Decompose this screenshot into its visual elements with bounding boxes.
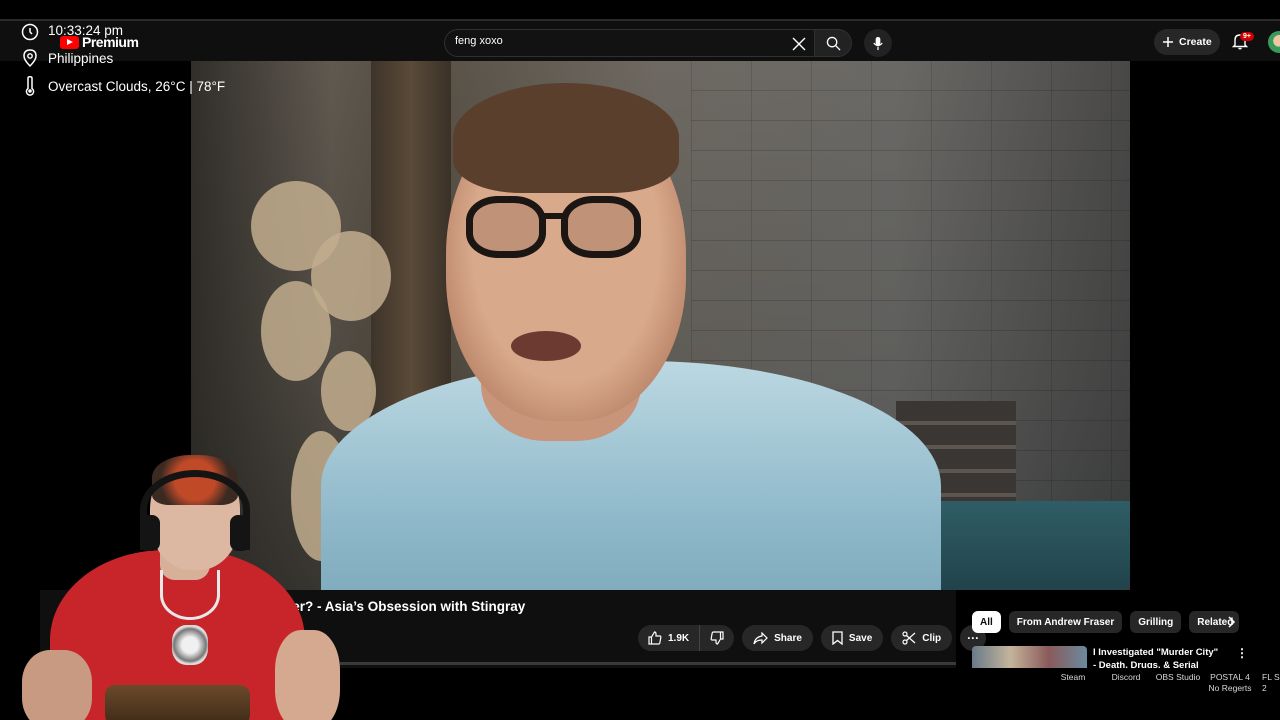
streamer-webcam: [0, 440, 345, 720]
streamer-arm: [22, 650, 92, 720]
thumbs-up-icon: [648, 631, 662, 645]
streamer-arm: [275, 630, 340, 720]
save-button[interactable]: Save: [820, 625, 884, 651]
notification-badge: 9+: [1240, 32, 1254, 41]
pendant: [172, 625, 208, 665]
weather-text: Overcast Clouds, 26°C | 78°F: [48, 78, 226, 94]
avatar[interactable]: [1268, 31, 1280, 53]
thumbs-down-icon: [710, 631, 724, 645]
search-box: [444, 29, 816, 57]
hanging-disc: [261, 281, 331, 381]
chip-all[interactable]: All: [972, 611, 1001, 633]
presenter-mouth: [511, 331, 581, 361]
create-button[interactable]: Create: [1154, 29, 1220, 55]
share-label: Share: [774, 632, 802, 644]
location-row: Philippines: [20, 48, 113, 68]
share-icon: [753, 631, 768, 644]
taskbar-item-postal-4[interactable]: POSTAL 4 No Regerts: [1204, 672, 1256, 694]
scissors-icon: [902, 631, 916, 645]
chips-next-button[interactable]: [1222, 613, 1240, 631]
screen: { "overlay": { "time": "10:33:24 pm", "l…: [0, 0, 1280, 720]
chevron-right-icon: [1228, 616, 1236, 628]
taskbar-item-fl-studio[interactable]: FL S 2: [1262, 672, 1280, 694]
search-icon: [826, 36, 841, 51]
clear-search-button[interactable]: [789, 34, 809, 54]
save-label: Save: [848, 632, 873, 644]
bookmark-icon: [832, 631, 843, 645]
plus-icon: [1163, 37, 1173, 47]
glasses-lens: [466, 196, 546, 258]
voice-search-button[interactable]: [864, 29, 892, 57]
location-pin-icon: [20, 48, 40, 68]
video-actions: 1.9K Share Save Clip ···: [638, 625, 987, 651]
dislike-button[interactable]: [700, 625, 734, 651]
kebab-menu-icon[interactable]: ⋮: [1236, 647, 1248, 662]
headset-earcup: [140, 515, 160, 551]
chip-from-andrew-fraser[interactable]: From Andrew Fraser: [1008, 611, 1123, 633]
chain-necklace: [160, 570, 220, 620]
clip-label: Clip: [922, 632, 942, 644]
recommended-thumbnail[interactable]: [972, 646, 1087, 668]
thermometer-icon: [20, 76, 40, 96]
location-text: Philippines: [48, 50, 114, 66]
search-button[interactable]: [814, 29, 852, 57]
chip-grilling[interactable]: Grilling: [1130, 611, 1182, 633]
like-dislike-group: 1.9K: [638, 625, 735, 651]
clock-icon: [20, 22, 40, 42]
taskbar-item-obs-studio[interactable]: OBS Studio: [1154, 672, 1202, 683]
close-icon: [792, 37, 806, 51]
recommended-title[interactable]: I Investigated "Murder City" - Death, Dr…: [1093, 646, 1223, 668]
share-button[interactable]: Share: [742, 625, 813, 651]
like-button[interactable]: 1.9K: [638, 625, 701, 651]
clip-button[interactable]: Clip: [891, 625, 953, 651]
time-row: 10:33:24 pm: [20, 22, 123, 42]
weather-row: Overcast Clouds, 26°C | 78°F: [20, 76, 225, 96]
time-text: 10:33:24 pm: [48, 22, 124, 38]
mic-icon: [873, 36, 883, 50]
related-chips: All From Andrew Fraser Grilling Related: [972, 611, 1240, 633]
handbag: [105, 685, 250, 720]
presenter-hair: [453, 83, 679, 193]
glasses-bridge: [541, 213, 566, 219]
headset-earcup: [230, 515, 250, 551]
search-input[interactable]: [455, 35, 775, 47]
taskbar-item-steam[interactable]: Steam: [1058, 672, 1088, 683]
taskbar-item-discord[interactable]: Discord: [1108, 672, 1144, 683]
youtube-header: Premium Create 9+: [0, 21, 1280, 61]
create-label: Create: [1179, 36, 1212, 48]
description-divider: [340, 662, 956, 665]
like-count: 1.9K: [668, 632, 690, 644]
glasses-lens: [561, 196, 641, 258]
